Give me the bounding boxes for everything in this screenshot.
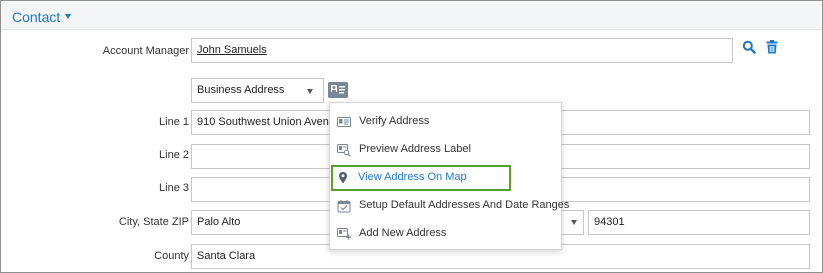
city-value: Palo Alto xyxy=(197,216,241,228)
menu-item-verify-address[interactable]: Verify Address xyxy=(332,109,560,135)
contact-panel: Contact Account Manager John Samuels Bus… xyxy=(0,0,823,273)
county-label: County xyxy=(154,250,189,262)
zip-value: 94301 xyxy=(594,216,625,228)
account-manager-value[interactable]: John Samuels xyxy=(197,44,267,56)
account-manager-field[interactable]: John Samuels xyxy=(191,38,733,63)
menu-item-label: View Address On Map xyxy=(358,171,467,183)
account-manager-label: Account Manager xyxy=(102,45,189,57)
map-pin-icon xyxy=(336,171,350,185)
menu-item-add-new-address[interactable]: Add New Address xyxy=(332,221,560,247)
calendar-check-icon xyxy=(337,199,351,213)
city-state-zip-label: City, State ZIP xyxy=(118,216,189,228)
menu-item-label: Verify Address xyxy=(359,115,430,127)
line3-label: Line 3 xyxy=(159,182,189,194)
city-input[interactable]: Palo Alto xyxy=(191,210,341,235)
line1-value: 910 Southwest Union Avenue xyxy=(197,116,342,128)
line2-label: Line 2 xyxy=(159,149,189,161)
menu-item-label: Preview Address Label xyxy=(359,143,471,155)
menu-item-preview-address-label[interactable]: Preview Address Label xyxy=(332,137,560,163)
caret-down-icon[interactable] xyxy=(65,14,71,19)
zip-input[interactable]: 94301 xyxy=(588,210,810,235)
add-address-icon xyxy=(337,227,351,241)
search-icon[interactable] xyxy=(742,40,756,54)
menu-item-view-address-on-map[interactable]: View Address On Map xyxy=(331,165,511,191)
county-value: Santa Clara xyxy=(197,250,256,262)
address-card-menu-icon[interactable] xyxy=(328,82,348,98)
menu-item-label: Add New Address xyxy=(359,227,447,239)
menu-item-setup-default-addresses[interactable]: Setup Default Addresses And Date Ranges xyxy=(332,193,569,219)
menu-item-label: Setup Default Addresses And Date Ranges xyxy=(359,199,570,211)
address-card-icon xyxy=(337,115,351,129)
address-actions-menu: Verify Address Preview Address Label Vie… xyxy=(329,102,569,250)
section-header[interactable]: Contact xyxy=(2,2,821,30)
address-type-select[interactable]: Business Address xyxy=(191,78,324,103)
label-preview-icon xyxy=(337,143,351,157)
line1-label: Line 1 xyxy=(159,116,189,128)
trash-icon[interactable] xyxy=(766,40,778,54)
section-title[interactable]: Contact xyxy=(12,9,60,25)
chevron-down-icon xyxy=(571,220,577,225)
address-type-value: Business Address xyxy=(197,84,285,96)
chevron-down-icon xyxy=(307,89,313,94)
